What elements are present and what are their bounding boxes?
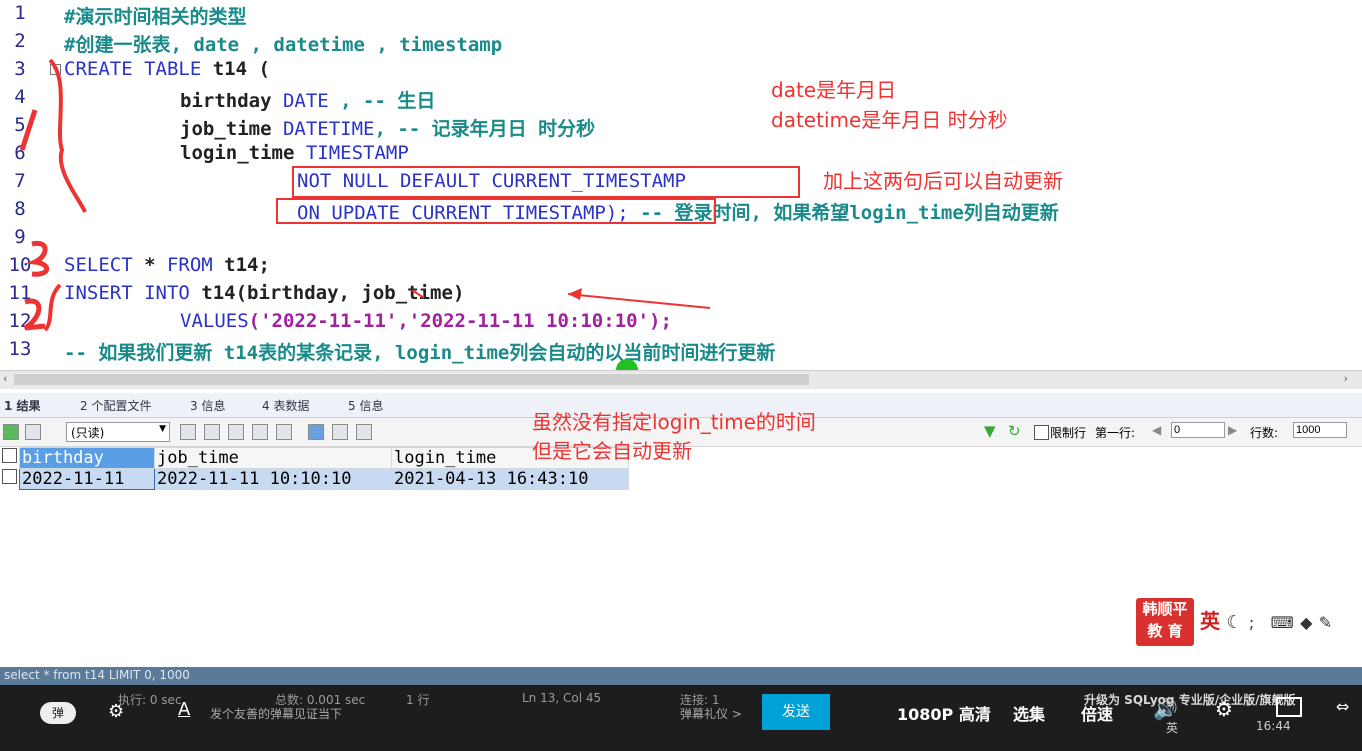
logo-text: 韩顺平 [1142, 600, 1188, 618]
mode-value: (只读) [71, 426, 105, 440]
danmaku-settings-icon[interactable]: ⚙ [108, 701, 124, 722]
first-row-input[interactable] [1171, 422, 1225, 438]
mode-select[interactable]: (只读) ▼ [66, 422, 170, 442]
skin-icon[interactable]: ◆ [1300, 613, 1312, 632]
annotation-login-time: 虽然没有指定login_time的时间 [532, 410, 816, 434]
tab-info[interactable]: 3 信息 [190, 397, 225, 414]
video-player-controls: 执行: 0 sec 总数: 0.001 sec 1 行 Ln 13, Col 4… [0, 685, 1362, 751]
last-query: select * from t14 LIMIT 0, 1000 [4, 668, 190, 682]
ime-toolbar: 英 ☾ ; ⌨ ◆ ✎ [1200, 605, 1332, 634]
refresh-icon[interactable]: ↻ [1008, 422, 1021, 440]
danmaku-input[interactable]: 发个友善的弹幕见证当下 [210, 705, 342, 722]
toolbar-icon[interactable] [180, 424, 196, 440]
select-all-cell [2, 448, 20, 469]
danmaku-toggle[interactable]: 弹 [40, 702, 76, 724]
rows-label: 行数: [1250, 426, 1279, 440]
widescreen-icon[interactable]: ⇔ [1336, 697, 1349, 716]
scroll-right-icon[interactable]: › [1344, 372, 1348, 385]
next-page-icon[interactable]: ▶ [1228, 423, 1237, 437]
ime-language[interactable]: 英 [1200, 609, 1220, 633]
tab-table-data[interactable]: 4 表数据 [262, 397, 309, 414]
tab-profile[interactable]: 2 个配置文件 [80, 397, 151, 414]
scrollbar-thumb[interactable] [14, 374, 809, 385]
logo-text: 教 育 [1147, 622, 1183, 640]
send-button[interactable]: 发送 [762, 694, 830, 730]
watermark-logo: 韩顺平 教 育 [1136, 598, 1194, 646]
limit-checkbox[interactable] [1034, 425, 1049, 440]
horizontal-scrollbar[interactable]: ‹ › [0, 370, 1362, 389]
cursor-position: Ln 13, Col 45 [522, 691, 602, 705]
column-header[interactable]: job_time [154, 447, 392, 469]
table-cell[interactable]: 2021-04-13 16:43:10 [391, 468, 629, 490]
row-count: 1 行 [406, 693, 430, 707]
table-cell[interactable]: 2022-11-11 10:10:10 [154, 468, 392, 490]
prev-page-icon[interactable]: ◀ [1152, 423, 1161, 437]
toolbar-icon[interactable] [204, 424, 220, 440]
limit-label: 限制行 [1050, 426, 1087, 440]
form-view-icon[interactable] [332, 424, 348, 440]
tab-results[interactable]: 1 结果 [4, 397, 41, 414]
upgrade-promo[interactable]: 升级为 SQLyog 专业版/企业版/旗舰版 [1084, 691, 1295, 708]
table-row[interactable]: 2022-11-11 2022-11-11 10:10:10 2021-04-1… [2, 468, 629, 490]
keyboard-icon[interactable]: ⌨ [1271, 613, 1294, 632]
rows-input[interactable] [1293, 422, 1347, 438]
row-select-cell [2, 469, 20, 490]
row-checkbox[interactable] [2, 469, 17, 484]
text-view-icon[interactable] [356, 424, 372, 440]
grid-view-icon[interactable] [308, 424, 324, 440]
speed-button[interactable]: 倍速 [1081, 701, 1113, 725]
table-cell[interactable]: 2022-11-11 [19, 468, 155, 490]
volume-icon[interactable]: 🔊 [1153, 697, 1178, 721]
quality-button[interactable]: 1080P 高清 [897, 701, 991, 725]
annotation-auto-update-2: 但是它会自动更新 [532, 439, 692, 463]
query-bar: select * from t14 LIMIT 0, 1000 [0, 667, 1362, 685]
picture-in-picture-icon[interactable] [1276, 697, 1302, 717]
delete-icon[interactable] [252, 424, 268, 440]
select-all-checkbox[interactable] [2, 448, 17, 463]
danmaku-label: 弹 [51, 706, 64, 720]
taskbar-ime: 英 [1166, 721, 1179, 735]
tab-info-2[interactable]: 5 信息 [348, 397, 383, 414]
first-row-label: 第一行: [1095, 426, 1136, 440]
chevron-down-icon: ▼ [159, 424, 166, 434]
moon-icon[interactable]: ☾ [1226, 612, 1242, 633]
wrench-icon[interactable]: ✎ [1319, 613, 1332, 632]
punctuation-icon[interactable]: ; [1249, 613, 1254, 632]
save-icon[interactable] [228, 424, 244, 440]
taskbar-clock: 16:44 [1256, 719, 1291, 733]
settings-icon[interactable]: ⚙ [1215, 697, 1233, 721]
scroll-left-icon[interactable]: ‹ [3, 372, 7, 385]
filter-icon[interactable]: ▼ [984, 422, 996, 440]
column-header[interactable]: birthday [19, 447, 155, 469]
toolbar-icon[interactable] [3, 424, 19, 440]
toolbar-icon[interactable] [25, 424, 41, 440]
episodes-button[interactable]: 选集 [1013, 701, 1045, 725]
toolbar-icon[interactable] [276, 424, 292, 440]
exec-time: 执行: 0 sec [118, 693, 182, 707]
danmaku-etiquette-link[interactable]: 弹幕礼仪 > [680, 705, 742, 722]
danmaku-style-icon[interactable]: A [178, 699, 190, 720]
